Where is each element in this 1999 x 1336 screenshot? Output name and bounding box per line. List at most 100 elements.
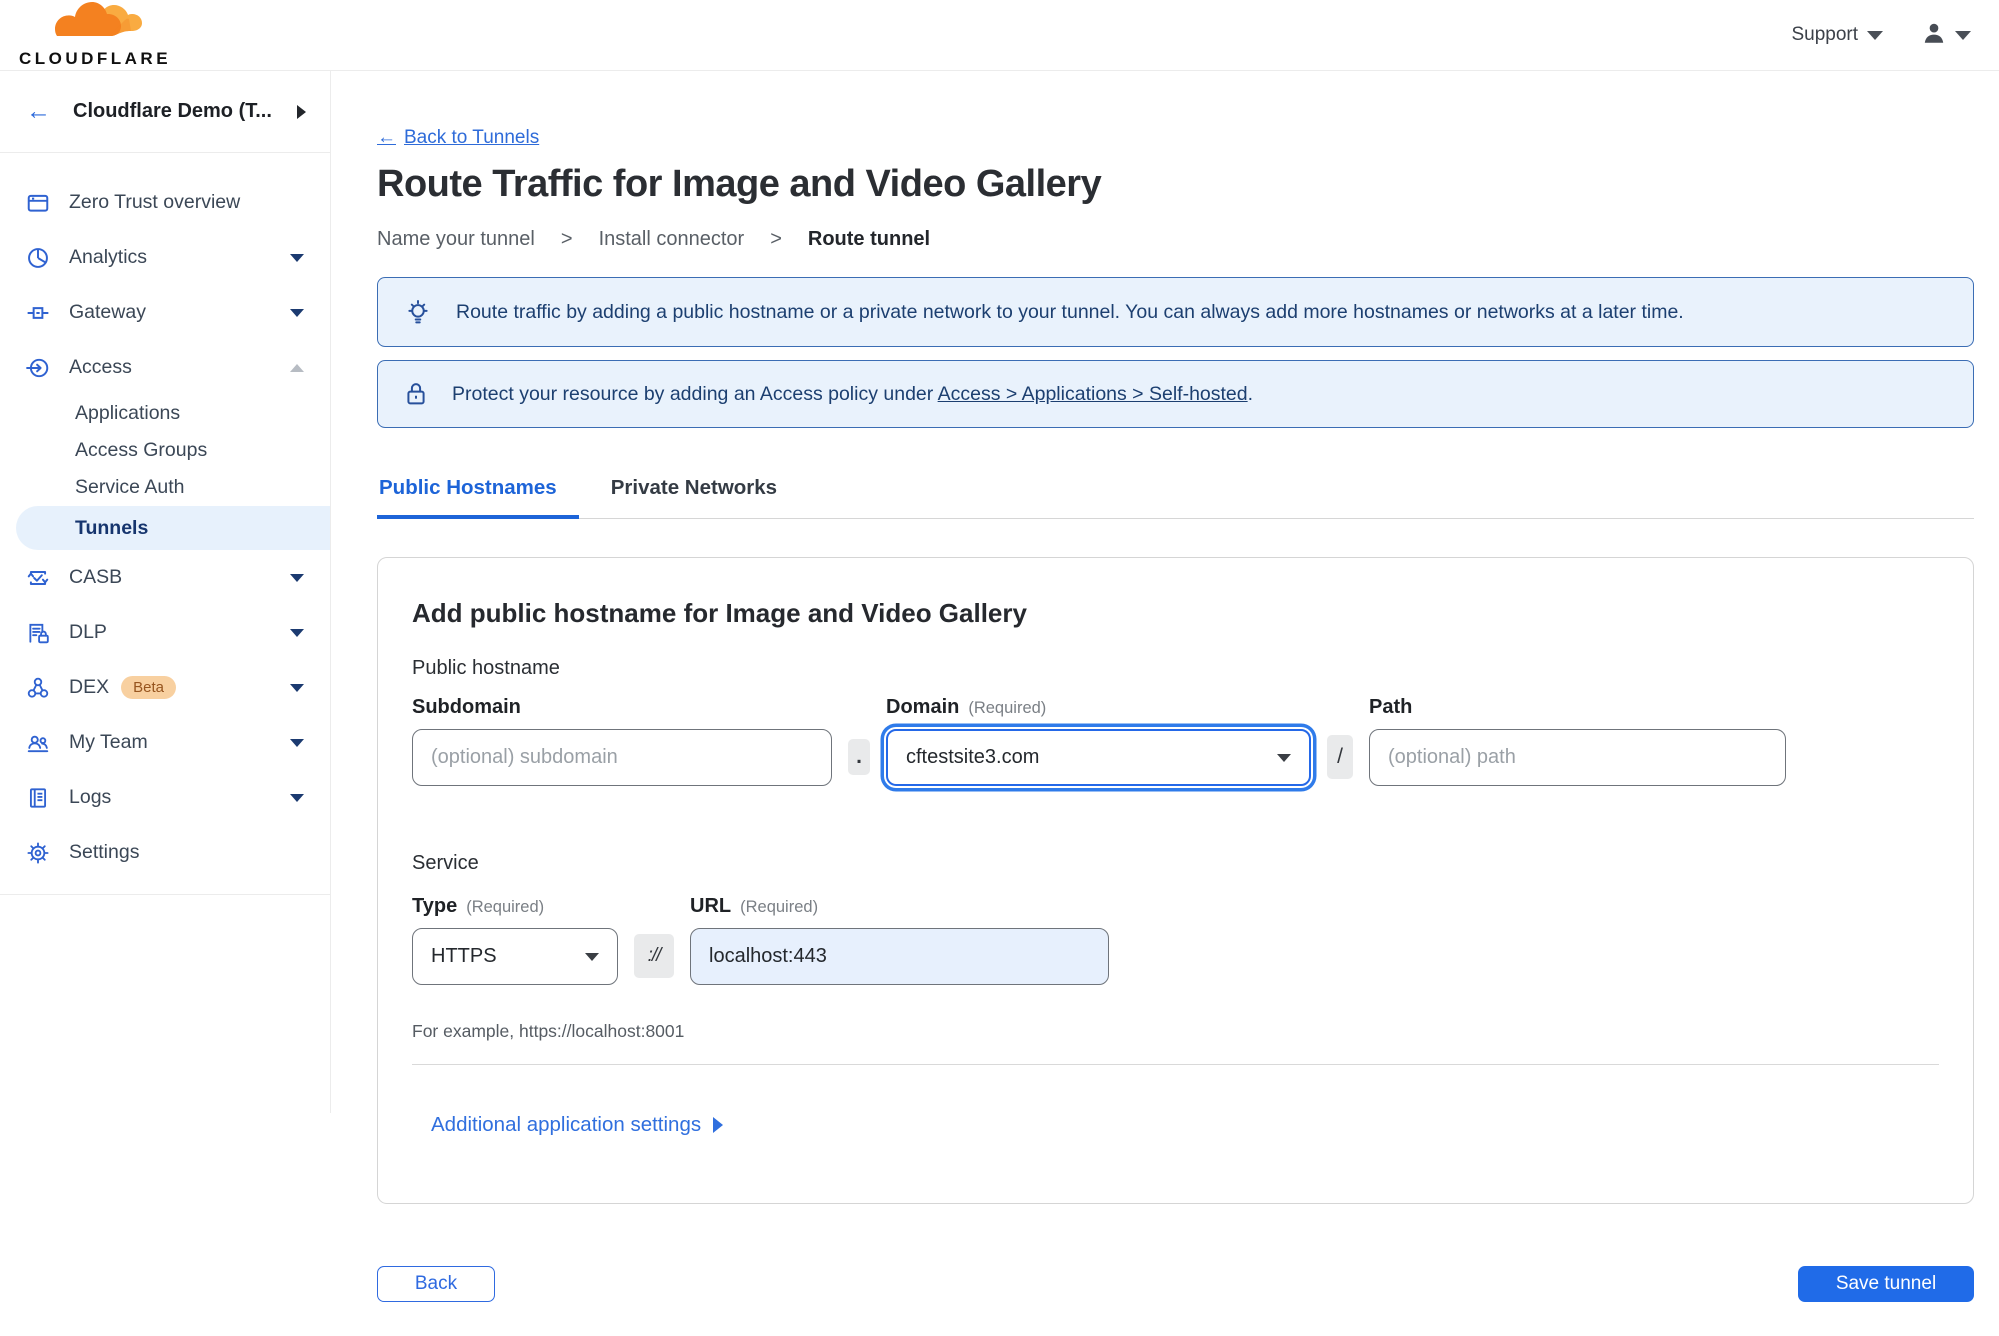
chevron-down-icon[interactable]: [290, 683, 304, 692]
sidebar-item-tunnels[interactable]: Tunnels: [16, 506, 330, 550]
gateway-icon: [26, 301, 52, 325]
chevron-right-icon[interactable]: [297, 104, 306, 119]
subdomain-label: Subdomain: [412, 696, 521, 718]
domain-label: Domain: [886, 696, 960, 718]
chevron-down-icon[interactable]: [290, 793, 304, 802]
step-name-your-tunnel[interactable]: Name your tunnel: [377, 228, 535, 251]
hostname-field-row: Subdomain . Domain (Required) cftestsite…: [412, 696, 1939, 786]
main-content: ← Back to Tunnels Route Traffic for Imag…: [332, 71, 1999, 1336]
back-to-tunnels-link[interactable]: ← Back to Tunnels: [377, 127, 539, 149]
cloudflare-logo[interactable]: CLOUDFLARE: [18, 1, 172, 69]
step-separator: >: [560, 228, 573, 250]
chevron-up-icon[interactable]: [290, 363, 304, 372]
page-title: Route Traffic for Image and Video Galler…: [377, 163, 1102, 205]
account-switcher[interactable]: ← Cloudflare Demo (T...: [0, 71, 330, 153]
additional-settings-toggle[interactable]: Additional application settings: [431, 1113, 724, 1137]
sidebar: ← Cloudflare Demo (T... Zero Trust overv…: [0, 71, 331, 1113]
sidebar-item-label: Zero Trust overview: [69, 191, 241, 213]
tip-banner-text: Route traffic by adding a public hostnam…: [456, 300, 1684, 323]
access-policy-banner-text: Protect your resource by adding an Acces…: [452, 383, 1253, 406]
step-separator: >: [770, 228, 782, 250]
sidebar-item-access-groups[interactable]: Access Groups: [0, 432, 330, 469]
lock-icon: [404, 380, 428, 408]
sidebar-item-settings[interactable]: Settings: [0, 825, 330, 880]
top-bar: CLOUDFLARE Support: [0, 0, 1999, 71]
sidebar-item-gateway[interactable]: Gateway: [0, 285, 330, 340]
back-link-label: Back to Tunnels: [404, 127, 540, 148]
card-divider: [412, 1064, 1939, 1065]
back-button[interactable]: Back: [377, 1266, 495, 1302]
footer-actions: Back Save tunnel: [377, 1266, 1974, 1302]
type-column: Type (Required) HTTPS: [412, 895, 618, 985]
sidebar-item-logs[interactable]: Logs: [0, 770, 330, 825]
service-url-input[interactable]: [690, 928, 1109, 985]
subdomain-input[interactable]: [412, 729, 832, 786]
type-selected-value: HTTPS: [431, 945, 497, 967]
analytics-pie-icon: [26, 246, 52, 270]
sidebar-item-service-auth[interactable]: Service Auth: [0, 469, 330, 506]
tab-private-networks[interactable]: Private Networks: [609, 476, 783, 518]
path-input[interactable]: [1369, 729, 1786, 786]
sidebar-item-label: Gateway: [69, 301, 146, 323]
access-subnav: Applications Access Groups Service Auth …: [0, 395, 330, 550]
sidebar-item-analytics[interactable]: Analytics: [0, 230, 330, 285]
brand-wordmark: CLOUDFLARE: [18, 48, 172, 68]
chevron-down-icon[interactable]: [290, 573, 304, 582]
sidebar-item-label: Access: [69, 356, 132, 378]
sidebar-item-label: DEX: [69, 676, 110, 698]
chevron-down-icon[interactable]: [290, 738, 304, 747]
casb-icon: [26, 566, 52, 590]
dot-separator: .: [848, 739, 870, 775]
domain-select[interactable]: cftestsite3.com: [886, 729, 1311, 786]
dex-network-icon: [26, 676, 52, 700]
chevron-down-icon[interactable]: [290, 253, 304, 262]
user-menu[interactable]: [1921, 20, 1971, 51]
slash-separator: /: [1327, 735, 1353, 779]
sidebar-item-access[interactable]: Access: [0, 340, 330, 395]
chevron-down-icon[interactable]: [290, 628, 304, 637]
support-label: Support: [1791, 24, 1858, 45]
sidebar-item-dex[interactable]: DEX Beta: [0, 660, 330, 715]
banner-text-after: .: [1247, 382, 1254, 405]
sidebar-item-dlp[interactable]: DLP: [0, 605, 330, 660]
cloudflare-cloud-icon: [46, 1, 144, 51]
domain-selected-value: cftestsite3.com: [906, 746, 1040, 768]
required-note: (Required): [466, 898, 545, 916]
account-name: Cloudflare Demo (T...: [73, 100, 272, 122]
access-applications-self-hosted-link[interactable]: Access > Applications > Self-hosted: [938, 383, 1248, 405]
card-heading: Add public hostname for Image and Video …: [412, 598, 1027, 628]
chevron-down-icon[interactable]: [290, 308, 304, 317]
sidebar-item-applications[interactable]: Applications: [0, 395, 330, 432]
sidebar-item-zero-trust-overview[interactable]: Zero Trust overview: [0, 175, 330, 230]
chevron-down-icon: [1867, 30, 1883, 40]
sidebar-item-my-team[interactable]: My Team: [0, 715, 330, 770]
public-hostname-group-label: Public hostname: [412, 657, 560, 679]
service-group-label: Service: [412, 852, 479, 874]
sidebar-nav: Zero Trust overview Analytics Gateway Ac…: [0, 153, 330, 895]
service-field-row: Type (Required) HTTPS :// URL (Required): [412, 895, 1939, 985]
step-install-connector[interactable]: Install connector: [599, 228, 745, 251]
team-people-icon: [26, 731, 52, 755]
chevron-down-icon: [585, 952, 599, 961]
beta-badge: Beta: [121, 676, 176, 699]
wizard-steps: Name your tunnel > Install connector > R…: [377, 228, 1974, 251]
domain-column: Domain (Required) cftestsite3.com: [886, 696, 1311, 786]
back-arrow-icon[interactable]: ←: [26, 99, 51, 124]
step-route-tunnel: Route tunnel: [807, 228, 931, 250]
support-menu[interactable]: Support: [1791, 24, 1883, 46]
sidebar-item-label: Settings: [69, 841, 140, 863]
sidebar-item-label: CASB: [69, 566, 123, 588]
url-column: URL (Required): [690, 895, 1109, 985]
overview-window-icon: [26, 191, 52, 215]
service-type-select[interactable]: HTTPS: [412, 928, 618, 985]
sidebar-item-casb[interactable]: CASB: [0, 550, 330, 605]
additional-settings-label: Additional application settings: [431, 1113, 702, 1136]
scheme-separator: ://: [634, 934, 674, 978]
access-icon: [26, 356, 52, 380]
gear-icon: [26, 841, 52, 865]
chevron-down-icon: [1955, 30, 1971, 40]
chevron-right-icon: [713, 1117, 724, 1133]
public-hostname-card: Add public hostname for Image and Video …: [377, 557, 1974, 1204]
save-tunnel-button[interactable]: Save tunnel: [1798, 1266, 1974, 1302]
tab-public-hostnames[interactable]: Public Hostnames: [377, 476, 579, 519]
